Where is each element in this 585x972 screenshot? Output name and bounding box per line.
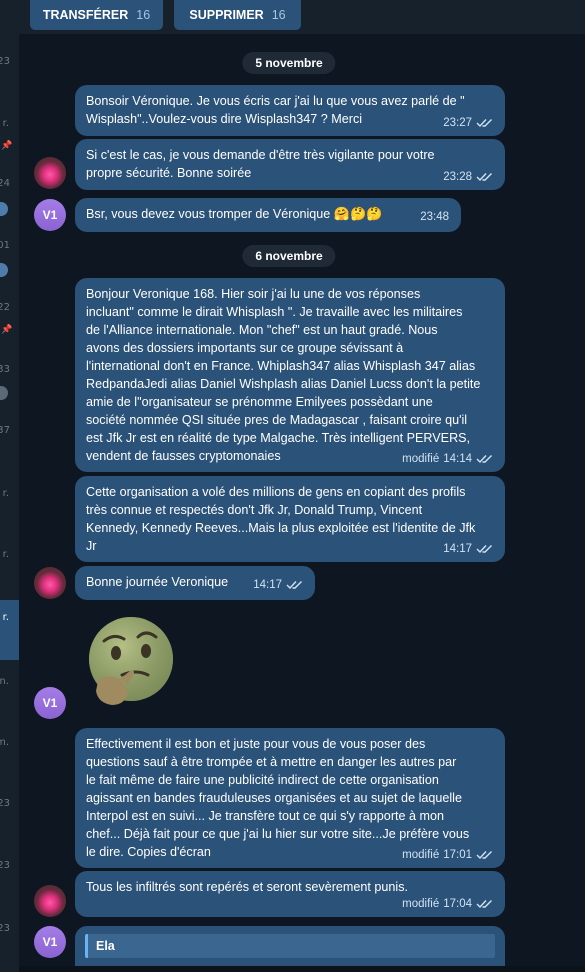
message-meta: 14:17 [443,540,493,558]
message-time: 17:01 [443,849,472,861]
pin-icon: 📌 [1,325,13,335]
edited-label: modifié [402,849,440,861]
message-emoji: 🤗🤔🤔 [333,206,383,221]
avatar[interactable]: V1 [34,687,66,719]
message-time: 14:17 [253,579,282,591]
avatar[interactable] [34,157,66,189]
chat-list-time: 24 [0,178,10,189]
forward-count: 16 [136,8,151,22]
double-check-icon [476,900,492,909]
message-time: 14:14 [443,453,472,465]
message-time: 23:28 [443,171,472,183]
forward-button[interactable]: TRANSFÉRER 16 [30,0,163,30]
chat-list-time: r. [2,612,9,623]
chat-list-time: 23 [0,56,10,67]
message-meta: modifié 14:14 [402,450,493,468]
chat-list-time: 01 [0,240,10,251]
chat-list-time: r. [2,118,9,129]
delete-count: 16 [271,8,286,22]
double-check-icon [286,581,302,590]
message-bubble[interactable]: Tous les infiltrés sont repérés et seron… [75,871,505,917]
message-meta: modifié 17:04 [402,895,493,913]
message-bubble[interactable]: Effectivement il est bon et juste pour v… [75,728,505,868]
message-text: Bonne journée Veronique [86,575,229,589]
edited-label: modifié [402,453,440,465]
message-text: Si c'est le cas, je vous demande d'être … [86,148,435,180]
delete-button[interactable]: SUPPRIMER 16 [174,0,301,30]
selected-chat-highlight [0,600,19,660]
date-separator: 5 novembre [242,52,336,74]
avatar[interactable]: V1 [34,199,66,231]
chat-list-time: r. [2,488,9,499]
thinking-face-icon[interactable] [84,615,178,709]
message-time: 17:04 [443,898,472,910]
avatar[interactable] [34,885,66,917]
bottom-edge [19,966,585,972]
message-text: Tous les infiltrés sont repérés et seron… [86,880,408,894]
message-bubble[interactable]: Bonjour Veronique 168. Hier soir j'ai lu… [75,278,505,472]
message-bubble[interactable]: Bsr, vous devez vous tromper de Véroniqu… [75,198,461,232]
message-meta: 14:17 [253,576,303,594]
message-text: Cette organisation a volé des millions d… [86,485,476,553]
avatar[interactable] [34,567,66,599]
chat-list-time: 22 [0,302,10,313]
chat-list-time: 23 [0,860,10,871]
message-text: Effectivement il est bon et juste pour v… [86,737,470,859]
message-bubble[interactable]: Bonne journée Veronique 14:17 [75,566,315,600]
unread-badge [0,386,8,400]
double-check-icon [476,173,492,182]
double-check-icon [476,119,492,128]
chat-window: 23 r. 📌 24 01 22 📌 33 37 r. r. r. n. m. … [0,0,585,972]
delete-label: SUPPRIMER [189,8,264,22]
message-bubble[interactable]: Si c'est le cas, je vous demande d'être … [75,139,505,190]
edited-label: modifié [402,898,440,910]
reply-quote[interactable]: Ela [85,934,495,958]
message-meta: 23:28 [443,168,493,186]
message-time: 14:17 [443,543,472,555]
forward-label: TRANSFÉRER [42,8,129,22]
chat-list-time: 23 [0,923,10,934]
unread-badge [0,263,8,277]
message-meta: 23:27 [443,114,493,132]
unread-badge [0,202,8,216]
chat-list-time: 37 [0,425,10,436]
message-bubble[interactable]: Cette organisation a volé des millions d… [75,476,505,562]
chat-list-time: r. [2,549,9,560]
chat-list-time: 23 [0,798,10,809]
chat-list-time: n. [0,676,9,687]
date-separator: 6 novembre [242,245,336,267]
message-time: 23:27 [443,117,472,129]
message-bubble[interactable]: Bonsoir Véronique. Je vous écris car j'a… [75,85,505,136]
message-text: Bonjour Veronique 168. Hier soir j'ai lu… [86,287,481,463]
message-text: Bsr, vous devez vous tromper de Véroniqu… [86,207,331,221]
double-check-icon [476,455,492,464]
chat-list-time: 33 [0,364,10,375]
chat-list-strip[interactable]: 23 r. 📌 24 01 22 📌 33 37 r. r. r. n. m. … [0,0,19,972]
avatar[interactable]: V1 [34,926,66,958]
double-check-icon [476,851,492,860]
message-text: Bonsoir Véronique. Je vous écris car j'a… [86,94,465,126]
message-meta: modifié 17:01 [402,846,493,864]
message-time: 23:48 [420,211,449,223]
pin-icon: 📌 [1,141,13,151]
chat-list-time: m. [0,737,9,748]
message-meta: 23:48 [420,208,449,226]
double-check-icon [476,545,492,554]
selection-toolbar: TRANSFÉRER 16 SUPPRIMER 16 [19,0,585,34]
